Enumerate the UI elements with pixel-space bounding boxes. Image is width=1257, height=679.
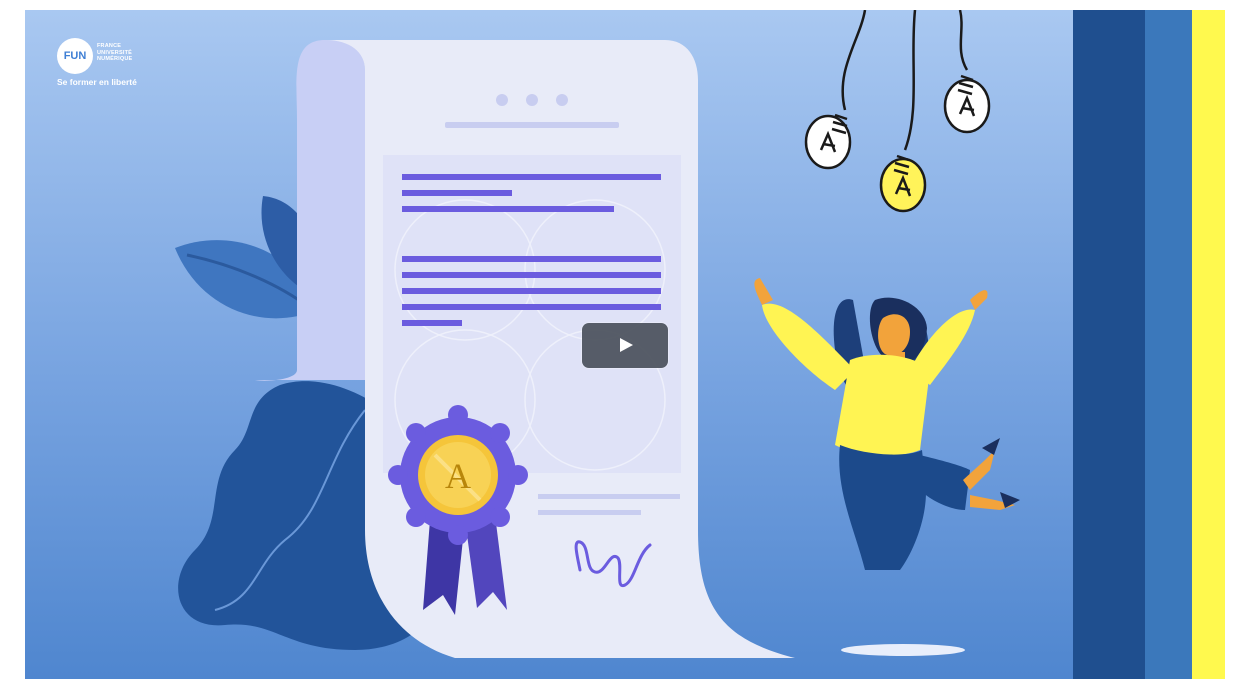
play-icon (620, 338, 633, 352)
logo-subtitle: FRANCE UNIVERSITÉ NUMÉRIQUE (97, 43, 145, 63)
stripe-yellow (1192, 10, 1225, 679)
logo-tagline: Se former en liberté (57, 77, 137, 87)
person-shadow (841, 644, 965, 656)
fun-logo: FUN FRANCE UNIVERSITÉ NUMÉRIQUE Se forme… (57, 38, 177, 94)
stripe-mid-blue (1145, 10, 1192, 679)
logo-badge: FUN (57, 38, 93, 74)
text-panel (383, 155, 681, 473)
seal-letter: A (445, 456, 471, 496)
logo-line-3: NUMÉRIQUE (97, 56, 133, 62)
video-frame[interactable]: A FUN FRANCE UNIVERSITÉ NUMÉRIQUE Se for… (25, 10, 1225, 679)
play-button[interactable] (582, 323, 668, 368)
stripe-dark-blue (1073, 10, 1145, 679)
